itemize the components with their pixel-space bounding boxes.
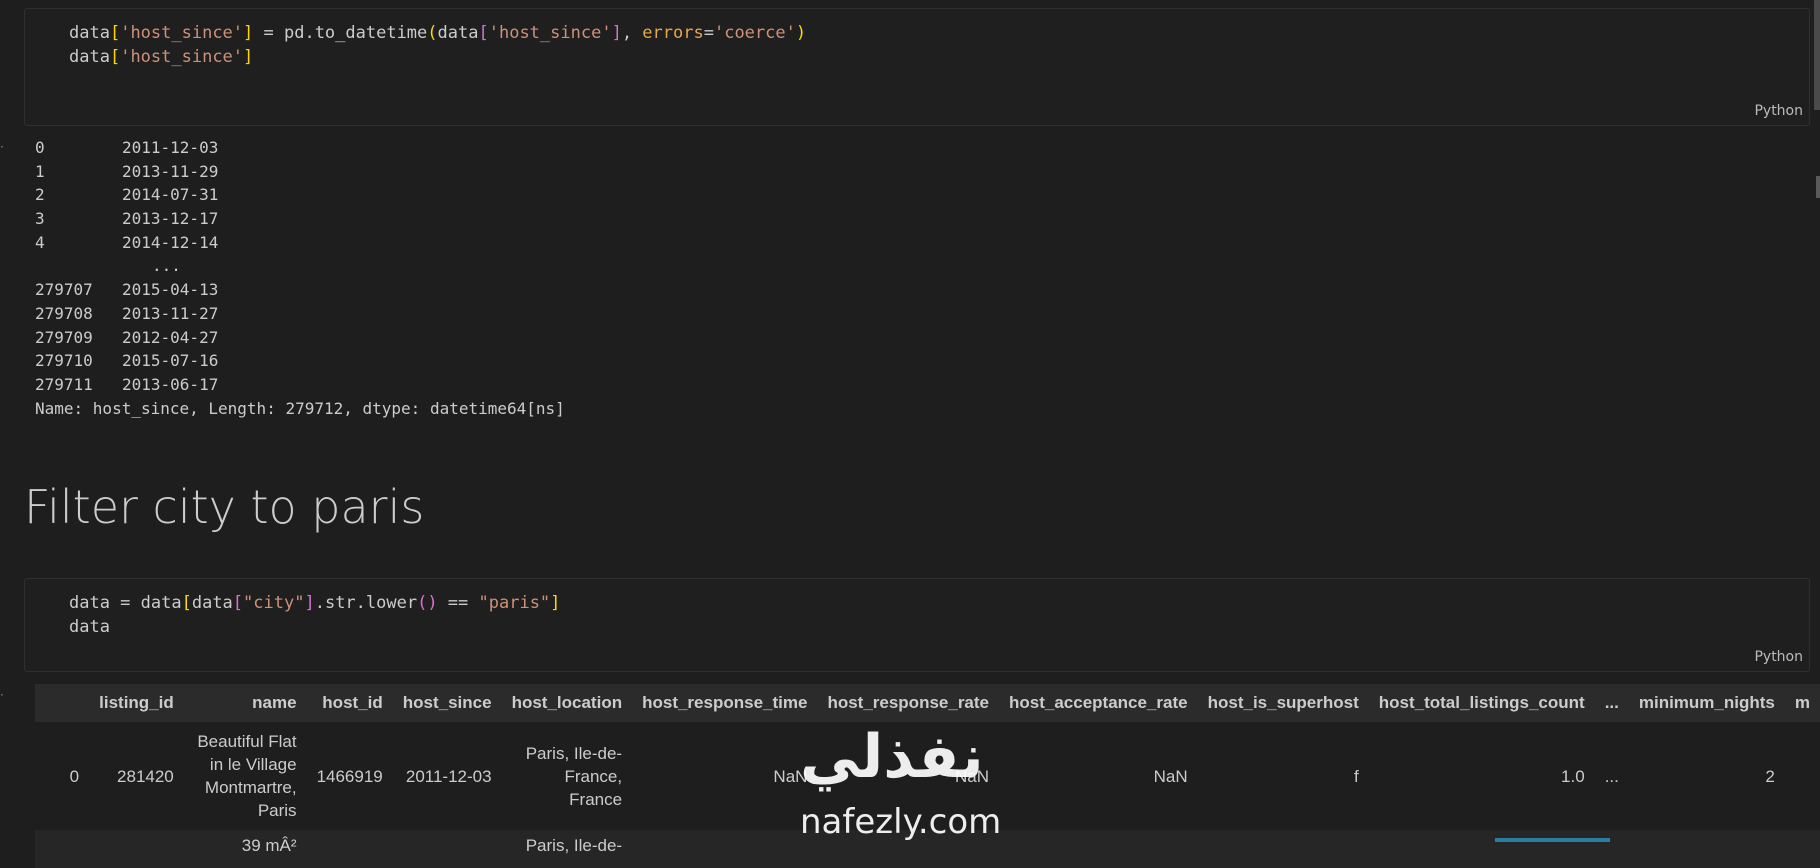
cell-language-label[interactable]: Python <box>1754 649 1803 665</box>
column-header: host_since <box>392 684 502 722</box>
table-header-row: listing_id name host_id host_since host_… <box>35 684 1820 722</box>
horizontal-scrollbar-thumb[interactable] <box>1495 838 1610 842</box>
column-header <box>35 684 90 722</box>
table-cell <box>1628 830 1785 868</box>
output-row: 4 2014-12-14 <box>35 232 219 252</box>
table-cell: 2 <box>1628 722 1785 830</box>
output-row: 279710 2015-07-16 <box>35 351 219 371</box>
output-row: 3 2013-12-17 <box>35 209 219 229</box>
column-header: minimum_nights <box>1628 684 1785 722</box>
table-cell: 2011-12-03 <box>392 722 502 830</box>
column-header: host_response_rate <box>817 684 1000 722</box>
column-header: host_response_time <box>632 684 818 722</box>
table-cell: ... <box>1594 722 1629 830</box>
table-cell: 1.0 <box>1368 722 1595 830</box>
markdown-heading: Filter city to paris <box>24 480 425 534</box>
output-row: 1 2013-11-29 <box>35 161 219 181</box>
code-cell-filter-paris[interactable]: data = data[data["city"].str.lower() == … <box>24 578 1810 672</box>
column-header: listing_id <box>89 684 184 722</box>
cell-output: 0 2011-12-03 1 2013-11-29 2 2014-07-31 3 201… <box>35 136 565 420</box>
output-gutter-dot: · <box>0 140 4 154</box>
output-footer: Name: host_since, Length: 279712, dtype:… <box>35 398 565 418</box>
column-header: m <box>1784 684 1820 722</box>
table-cell <box>1784 722 1820 830</box>
column-header: host_acceptance_rate <box>999 684 1198 722</box>
output-row: 0 2011-12-03 <box>35 138 219 157</box>
table-cell <box>89 830 184 868</box>
table-row: 0 281420 Beautiful Flat in le Village Mo… <box>35 722 1820 830</box>
table-cell: NaN <box>632 722 818 830</box>
table-cell <box>1784 830 1820 868</box>
table-cell <box>1197 830 1369 868</box>
table-cell <box>35 830 90 868</box>
output-row: 279709 2012-04-27 <box>35 327 219 347</box>
table-cell: 281420 <box>89 722 184 830</box>
code-cell-to-datetime[interactable]: data['host_since'] = pd.to_datetime(data… <box>24 8 1810 126</box>
table-cell <box>1368 830 1595 868</box>
table-cell <box>632 830 818 868</box>
table-cell: 1466919 <box>306 722 393 830</box>
column-header: host_total_listings_count <box>1368 684 1595 722</box>
table-cell: NaN <box>999 722 1198 830</box>
column-header: host_is_superhost <box>1197 684 1369 722</box>
table-cell: 39 mÂ² <box>183 830 307 868</box>
table-cell: 0 <box>35 722 90 830</box>
table-cell <box>999 830 1198 868</box>
vertical-scrollbar-thumb[interactable] <box>1814 0 1820 110</box>
table-cell <box>392 830 502 868</box>
column-header: host_location <box>501 684 633 722</box>
column-header: host_id <box>306 684 393 722</box>
output-ellipsis: ... <box>152 256 181 276</box>
output-row: 279711 2013-06-17 <box>35 374 219 394</box>
table-cell: Beautiful Flat in le Village Montmartre,… <box>183 722 307 830</box>
table-cell: Paris, Ile-de-France, France <box>501 722 633 830</box>
table-cell <box>817 830 1000 868</box>
table-cell <box>1594 830 1629 868</box>
code-editor[interactable]: data = data[data["city"].str.lower() == … <box>69 591 560 639</box>
output-row: 279708 2013-11-27 <box>35 303 219 323</box>
table-cell: Paris, Ile-de- <box>501 830 633 868</box>
output-gutter-dot: · <box>0 688 4 702</box>
column-header: ... <box>1594 684 1629 722</box>
code-editor[interactable]: data['host_since'] = pd.to_datetime(data… <box>69 21 806 69</box>
table-cell <box>306 830 393 868</box>
table-row: 39 mÂ² Paris, Ile-de- <box>35 830 1820 868</box>
table-cell: NaN <box>817 722 1000 830</box>
column-header: name <box>183 684 307 722</box>
output-row: 279707 2015-04-13 <box>35 280 219 300</box>
table-cell: f <box>1197 722 1369 830</box>
output-row: 2 2014-07-31 <box>35 185 219 205</box>
vertical-scrollbar-marker <box>1816 176 1820 198</box>
cell-language-label[interactable]: Python <box>1754 103 1803 119</box>
